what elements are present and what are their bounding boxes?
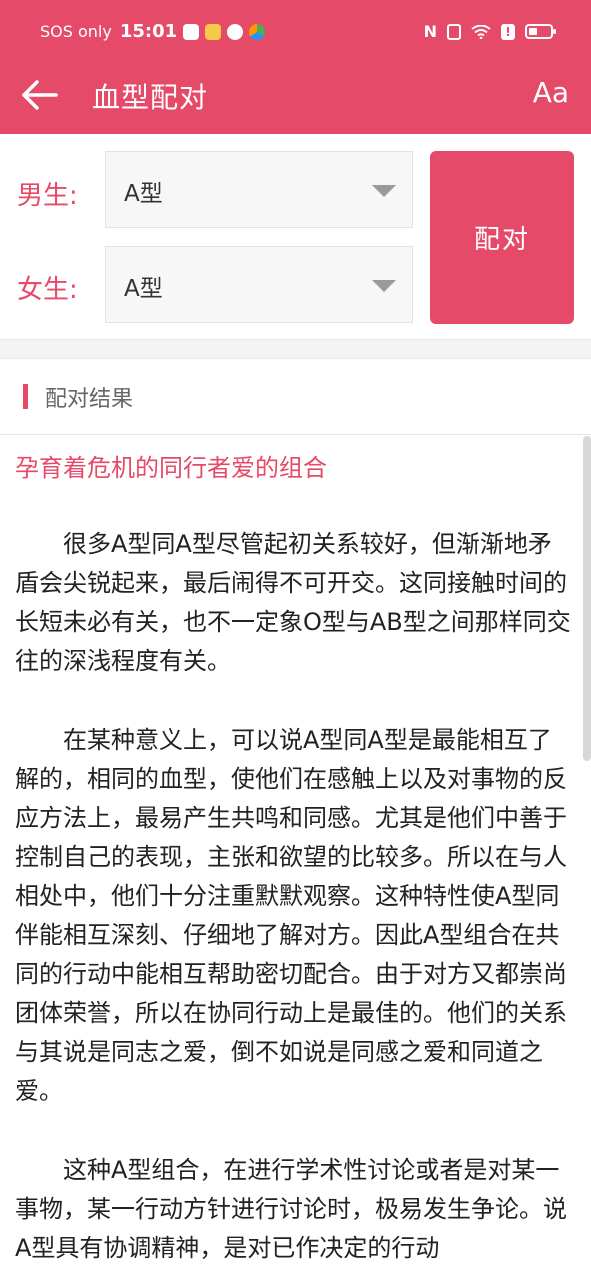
back-arrow-icon[interactable]: [18, 74, 60, 116]
female-blood-type-select[interactable]: A型: [105, 246, 413, 323]
male-label: 男生:: [17, 181, 78, 211]
page-title: 血型配对: [92, 81, 209, 114]
result-heading: 孕育着危机的同行者爱的组合: [15, 454, 327, 482]
scrollbar[interactable]: [583, 436, 591, 761]
game-icon: [183, 23, 200, 40]
wifi-icon: [471, 24, 491, 39]
status-bar: SOS only 15:01 N !: [0, 0, 591, 66]
shield-icon: [227, 23, 244, 40]
vibrate-icon: [447, 23, 461, 40]
dropdown-arrow-icon: [372, 185, 396, 197]
battery-icon: [525, 24, 556, 39]
clock: 15:01: [119, 21, 178, 42]
result-paragraph: 在某种意义上，可以说A型同A型是最能相互了解的，相同的血型，使他们在感触上以及对…: [15, 726, 567, 1105]
female-label: 女生:: [17, 275, 78, 305]
dropdown-arrow-icon: [372, 280, 396, 292]
nfc-icon: N: [423, 22, 437, 41]
result-content: 孕育着危机的同行者爱的组合 很多A型同A型尽管起初关系较好，但渐渐地矛盾会尖锐起…: [15, 436, 573, 1268]
result-paragraph: 这种A型组合，在进行学术性讨论或者是对某一事物，某一行动方针进行讨论时，极易发生…: [15, 1156, 567, 1262]
sos-indicator: SOS only: [40, 22, 112, 41]
notes-icon: [205, 23, 222, 40]
app-header: SOS only 15:01 N ! 血型配对 Aa: [0, 0, 591, 134]
female-blood-type-value: A型: [124, 276, 163, 302]
male-blood-type-value: A型: [124, 181, 163, 207]
result-section-title: 配对结果: [45, 387, 134, 412]
alert-icon: !: [501, 23, 515, 40]
section-accent-bar: [23, 384, 28, 409]
result-paragraph: 很多A型同A型尽管起初关系较好，但渐渐地矛盾会尖锐起来，最后闹得不可开交。这同接…: [15, 530, 571, 675]
font-size-button[interactable]: Aa: [533, 76, 569, 109]
pair-button[interactable]: 配对: [430, 151, 574, 324]
male-blood-type-select[interactable]: A型: [105, 151, 413, 228]
app-notification-icon: [249, 23, 266, 40]
section-divider: [0, 339, 591, 359]
result-section-header: 配对结果: [0, 358, 591, 435]
